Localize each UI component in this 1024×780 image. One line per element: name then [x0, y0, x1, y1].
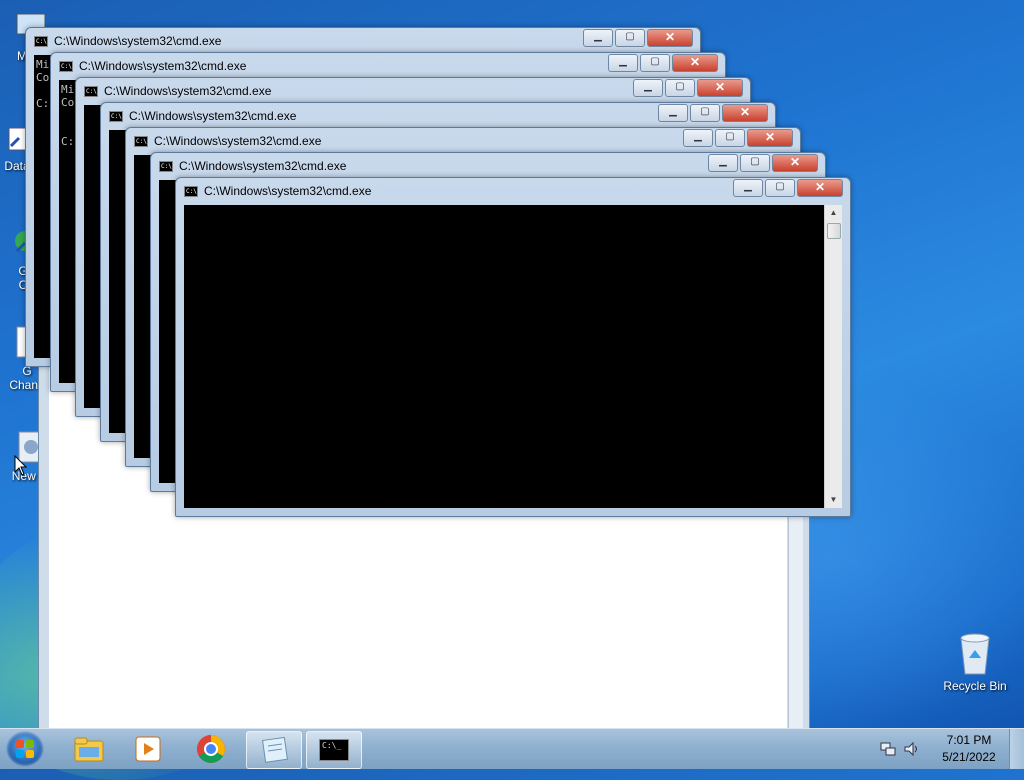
window-title: C:\Windows\system32\cmd.exe — [129, 109, 297, 123]
maximize-button[interactable]: ▢ — [715, 129, 745, 147]
taskbar-item-command-prompt[interactable]: C:\_ — [306, 731, 362, 769]
taskbar-item-explorer[interactable] — [62, 731, 116, 767]
clock-time: 7:01 PM — [946, 733, 992, 747]
cmd-icon: C:\ — [134, 135, 148, 147]
maximize-button[interactable]: ▢ — [665, 79, 695, 97]
close-button[interactable]: ✕ — [772, 154, 818, 172]
mouse-cursor-icon — [14, 455, 28, 476]
start-button[interactable] — [6, 731, 44, 767]
window-title: C:\Windows\system32\cmd.exe — [179, 159, 347, 173]
console-output[interactable] — [184, 205, 824, 508]
minimize-button[interactable]: ▁ — [608, 54, 638, 72]
system-tray: 7:01 PM 5/21/2022 — [879, 729, 1024, 769]
windows-logo-icon — [16, 740, 34, 758]
cmd-icon: C:\ — [109, 110, 123, 122]
window-title-bar[interactable]: C:\ C:\Windows\system32\cmd.exe — [159, 157, 346, 175]
command-prompt-icon-text: C:\_ — [322, 741, 342, 750]
close-button[interactable]: ✕ — [697, 79, 743, 97]
cmd-icon: C:\ — [59, 60, 73, 72]
window-title-bar[interactable]: C:\ C:\Windows\system32\cmd.exe — [109, 107, 296, 125]
notepad-icon — [262, 736, 288, 763]
close-button[interactable]: ✕ — [647, 29, 693, 47]
minimize-button[interactable]: ▁ — [633, 79, 663, 97]
minimize-button[interactable]: ▁ — [708, 154, 738, 172]
window-title-bar[interactable]: C:\ C:\Windows\system32\cmd.exe — [59, 57, 246, 75]
window-title-bar[interactable]: C:\ C:\Windows\system32\cmd.exe — [184, 182, 371, 200]
taskbar-item-chrome[interactable] — [184, 731, 238, 767]
volume-icon[interactable] — [903, 740, 921, 758]
window-title-bar[interactable]: C:\ C:\Windows\system32\cmd.exe — [34, 32, 221, 50]
window-title-bar[interactable]: C:\ C:\Windows\system32\cmd.exe — [134, 132, 321, 150]
chrome-icon — [197, 735, 225, 763]
window-title: C:\Windows\system32\cmd.exe — [54, 34, 222, 48]
network-icon[interactable] — [879, 740, 897, 758]
minimize-button[interactable]: ▁ — [583, 29, 613, 47]
maximize-button[interactable]: ▢ — [765, 179, 795, 197]
close-button[interactable]: ✕ — [722, 104, 768, 122]
minimize-button[interactable]: ▁ — [658, 104, 688, 122]
close-button[interactable]: ✕ — [672, 54, 718, 72]
close-button[interactable]: ✕ — [747, 129, 793, 147]
close-button[interactable]: ✕ — [797, 179, 843, 197]
clock[interactable]: 7:01 PM 5/21/2022 — [929, 732, 1009, 766]
media-player-icon — [135, 736, 161, 762]
window-title: C:\Windows\system32\cmd.exe — [204, 184, 372, 198]
maximize-button[interactable]: ▢ — [740, 154, 770, 172]
cmd-icon: C:\ — [34, 35, 48, 47]
vertical-scrollbar[interactable]: ▲▼ — [824, 205, 842, 508]
maximize-button[interactable]: ▢ — [690, 104, 720, 122]
recycle-bin-icon — [955, 630, 995, 676]
taskbar-item-notepad[interactable] — [246, 731, 302, 769]
desktop-icon-recycle-bin[interactable]: Recycle Bin — [940, 630, 1010, 693]
window-title: C:\Windows\system32\cmd.exe — [154, 134, 322, 148]
folder-icon — [74, 737, 104, 762]
scroll-up-arrow-icon[interactable]: ▲ — [825, 205, 842, 221]
cmd-icon: C:\ — [159, 160, 173, 172]
desktop-icon-label: Recycle Bin — [943, 679, 1007, 693]
maximize-button[interactable]: ▢ — [640, 54, 670, 72]
window-title-bar[interactable]: C:\ C:\Windows\system32\cmd.exe — [84, 82, 271, 100]
taskbar-item-media-player[interactable] — [121, 731, 175, 767]
cmd-window-active[interactable]: C:\ C:\Windows\system32\cmd.exe ▁ ▢ ✕ ▲ ▼ — [175, 177, 851, 517]
scroll-thumb[interactable] — [827, 223, 841, 239]
window-title: C:\Windows\system32\cmd.exe — [104, 84, 272, 98]
window-title: C:\Windows\system32\cmd.exe — [79, 59, 247, 73]
minimize-button[interactable]: ▁ — [733, 179, 763, 197]
cmd-icon: C:\ — [184, 185, 198, 197]
show-desktop-button[interactable] — [1009, 729, 1024, 769]
maximize-button[interactable]: ▢ — [615, 29, 645, 47]
minimize-button[interactable]: ▁ — [683, 129, 713, 147]
scroll-down-arrow-icon[interactable]: ▼ — [825, 492, 842, 508]
command-prompt-icon: C:\_ — [319, 739, 349, 761]
taskbar: C:\_ 7:01 PM 5/21/2022 — [0, 728, 1024, 769]
clock-date: 5/21/2022 — [942, 750, 996, 764]
cmd-icon: C:\ — [84, 85, 98, 97]
